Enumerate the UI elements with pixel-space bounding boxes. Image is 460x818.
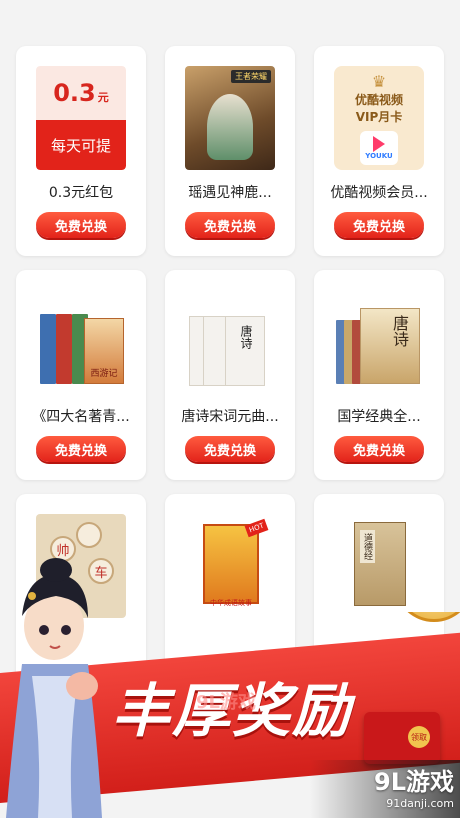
book-box: 唐诗 [225, 316, 265, 386]
book-label: 唐诗 [390, 315, 409, 347]
card-title: 《四大名著青... [32, 409, 130, 425]
brand-logo: 9L游戏 91danji.com [374, 762, 454, 810]
reward-card-youku-vip[interactable]: ♛ 优酷视频 VIP月卡 YOUKU 优酷视频会员... 免费兑换 [314, 46, 444, 256]
redeem-button[interactable]: 免费兑换 [185, 436, 275, 462]
reward-card-game-skin[interactable]: 王者荣耀 瑶遇见神鹿... 免费兑换 [165, 46, 295, 256]
watermark-logo: 9L游戏 [196, 692, 256, 713]
idiom-stories-image: HOT 中华成语故事 [185, 514, 275, 618]
redeem-button[interactable]: 免费兑换 [334, 436, 424, 462]
card-title: 瑶遇见神鹿... [188, 185, 272, 201]
four-classics-image: 西游记 [36, 290, 126, 394]
game-skin-image: 王者荣耀 [185, 66, 275, 170]
card-title: 优酷视频会员... [330, 185, 428, 201]
youku-vip-image: ♛ 优酷视频 VIP月卡 YOUKU [334, 66, 424, 170]
brand-name: 9L游戏 [374, 768, 454, 796]
game-tag: 王者荣耀 [231, 70, 271, 83]
book-label: 唐诗 [239, 325, 253, 349]
brand-url: 91danji.com [386, 797, 454, 810]
red-packet-unit: 元 [97, 91, 109, 104]
book-cover: 西游记 [84, 318, 124, 384]
reward-card-guoxue-classics[interactable]: 唐诗 国学经典全... 免费兑换 [314, 270, 444, 480]
chess-piece [76, 522, 102, 548]
reward-card-four-classics[interactable]: 西游记 《四大名著青... 免费兑换 [16, 270, 146, 480]
red-packet-image: 0.3 元 每天可提 [36, 66, 126, 170]
guoxue-image: 唐诗 [334, 290, 424, 394]
cartoon-character-icon [6, 558, 102, 818]
redeem-button[interactable]: 免费兑换 [36, 436, 126, 462]
card-title: 唐诗宋词元曲... [181, 409, 279, 425]
card-title: 0.3元红包 [48, 185, 114, 201]
youku-logo-icon: YOUKU [360, 130, 398, 165]
card-title: 国学经典全... [337, 409, 421, 425]
redeem-button[interactable]: 免费兑换 [334, 212, 424, 238]
redeem-button[interactable]: 免费兑换 [36, 212, 126, 238]
red-envelope-icon: 领取 [364, 712, 440, 764]
redeem-button[interactable]: 免费兑换 [185, 212, 275, 238]
book-label: 道德经 [360, 530, 375, 563]
book-label: 中华成语故事 [210, 599, 252, 607]
envelope-seal: 领取 [408, 726, 430, 748]
book-cover: 唐诗 [360, 308, 420, 384]
tang-poems-image: 唐诗 [185, 290, 275, 394]
red-packet-amount: 0.3 [53, 79, 96, 107]
reward-card-tang-poems[interactable]: 唐诗 唐诗宋词元曲... 免费兑换 [165, 270, 295, 480]
youku-logo-text: YOUKU [365, 151, 393, 160]
book-spine [40, 314, 56, 384]
daodejing-image: 道德经 [334, 514, 424, 618]
book-spine [56, 314, 72, 384]
vip-line1: 优酷视频 [354, 92, 403, 107]
red-packet-caption: 每天可提 [36, 120, 126, 170]
reward-card-red-packet[interactable]: 0.3 元 每天可提 0.3元红包 免费兑换 [16, 46, 146, 256]
hero-figure-icon [207, 94, 253, 160]
vip-line2: VIP月卡 [355, 109, 403, 124]
gold-coin-icon [394, 612, 460, 622]
crown-icon: ♛ [371, 71, 387, 91]
